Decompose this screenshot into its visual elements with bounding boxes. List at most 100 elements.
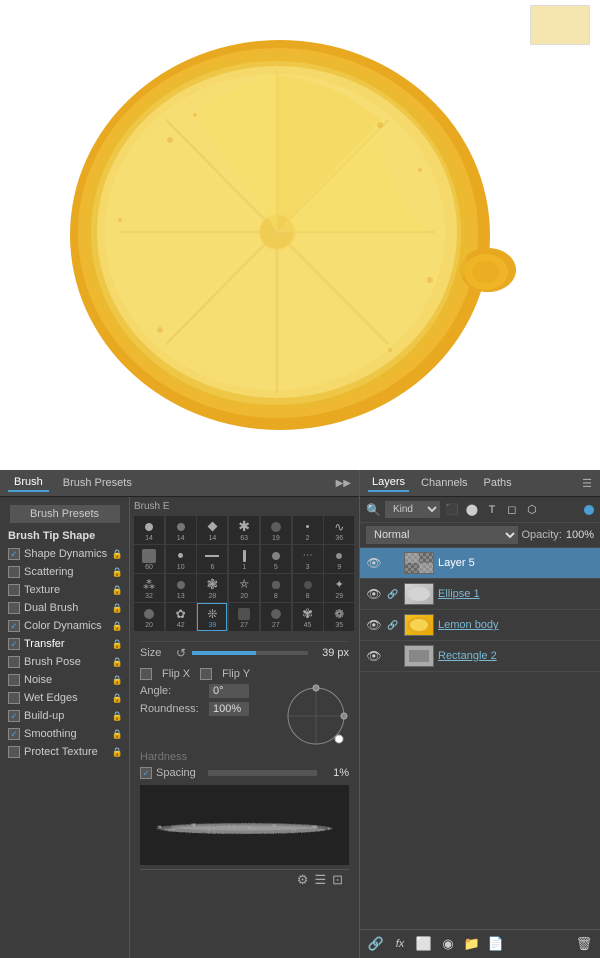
brush-cell-14b[interactable]: 14 xyxy=(166,516,196,544)
sidebar-item-scattering[interactable]: Scattering 🔒 xyxy=(0,563,129,581)
lemon-name[interactable]: Lemon body xyxy=(438,619,499,631)
transfer-checkbox[interactable] xyxy=(8,638,20,650)
brush-icon-1[interactable]: ⚙ xyxy=(297,872,309,888)
ellipse1-visibility[interactable]: 👁 xyxy=(366,586,382,602)
wet-edges-checkbox[interactable] xyxy=(8,692,20,704)
buildup-checkbox[interactable] xyxy=(8,710,20,722)
brush-cell-8b[interactable]: 8 xyxy=(293,574,323,602)
kind-shape-icon[interactable]: ◻ xyxy=(504,502,520,518)
layers-panel-menu-icon[interactable]: ☰ xyxy=(582,477,592,490)
blend-mode-select[interactable]: Normal xyxy=(366,526,518,544)
layer-row-lemon-body[interactable]: 👁 🔗 Lemon body xyxy=(360,610,600,641)
sidebar-item-shape-dynamics[interactable]: Shape Dynamics 🔒 xyxy=(0,545,129,563)
sidebar-item-dual-brush[interactable]: Dual Brush 🔒 xyxy=(0,599,129,617)
brush-cell-6[interactable]: 6 xyxy=(197,545,227,573)
noise-checkbox[interactable] xyxy=(8,674,20,686)
tab-paths[interactable]: Paths xyxy=(480,475,516,491)
layer-row-layer5[interactable]: 👁 Layer 5 xyxy=(360,548,600,579)
size-slider[interactable] xyxy=(192,651,308,655)
tab-brush[interactable]: Brush xyxy=(8,474,49,492)
delete-layer-icon[interactable]: 🗑 xyxy=(574,934,594,954)
tab-channels[interactable]: Channels xyxy=(417,475,471,491)
ellipse1-name[interactable]: Ellipse 1 xyxy=(438,588,480,600)
spacing-checkbox[interactable] xyxy=(140,767,152,779)
brush-cell-8a[interactable]: 8 xyxy=(261,574,291,602)
brush-cell-32[interactable]: ⁂ 32 xyxy=(134,574,164,602)
brush-cell-39[interactable]: ❊ 39 xyxy=(197,603,227,631)
tab-brush-presets[interactable]: Brush Presets xyxy=(57,475,138,491)
protect-texture-checkbox[interactable] xyxy=(8,746,20,758)
kind-type-icon[interactable]: T xyxy=(484,502,500,518)
brush-cell-3[interactable]: ⋯ 3 xyxy=(293,545,323,573)
brush-cell-27a[interactable]: 27 xyxy=(229,603,259,631)
brush-cell-63[interactable]: ✱ 63 xyxy=(229,516,259,544)
brush-icon-2[interactable]: ☰ xyxy=(314,872,326,888)
brush-cell-20[interactable]: ⛤ 20 xyxy=(229,574,259,602)
flip-x-checkbox[interactable] xyxy=(140,668,152,680)
dual-brush-checkbox[interactable] xyxy=(8,602,20,614)
brush-cell-42[interactable]: ✿ 42 xyxy=(166,603,196,631)
brush-cell-1[interactable]: 1 xyxy=(229,545,259,573)
flip-y-checkbox[interactable] xyxy=(200,668,212,680)
brush-cell-20b[interactable]: 20 xyxy=(134,603,164,631)
brush-cell-14a[interactable]: 14 xyxy=(134,516,164,544)
shape-dynamics-checkbox[interactable] xyxy=(8,548,20,560)
kind-adjust-icon[interactable]: ⬤ xyxy=(464,502,480,518)
brush-cell-45[interactable]: ✾ 45 xyxy=(293,603,323,631)
rect2-visibility[interactable]: 👁 xyxy=(366,648,382,664)
brush-cell-14c[interactable]: 14 xyxy=(197,516,227,544)
sidebar-item-texture[interactable]: Texture 🔒 xyxy=(0,581,129,599)
layer5-visibility[interactable]: 👁 xyxy=(366,555,382,571)
sidebar-item-noise[interactable]: Noise 🔒 xyxy=(0,671,129,689)
brush-cell-2[interactable]: 2 xyxy=(293,516,323,544)
sidebar-item-transfer[interactable]: Transfer 🔒 xyxy=(0,635,129,653)
color-swatch[interactable] xyxy=(530,5,590,45)
brush-cell-9[interactable]: 9 xyxy=(324,545,354,573)
brush-cell-36[interactable]: ∿ 36 xyxy=(324,516,354,544)
kind-pixel-icon[interactable]: ⬛ xyxy=(444,502,460,518)
brush-cell-27b[interactable]: 27 xyxy=(261,603,291,631)
angle-input[interactable] xyxy=(209,684,249,698)
brush-cell-28[interactable]: ❃ 28 xyxy=(197,574,227,602)
sidebar-item-brush-pose[interactable]: Brush Pose 🔒 xyxy=(0,653,129,671)
brush-pose-checkbox[interactable] xyxy=(8,656,20,668)
spacing-slider[interactable] xyxy=(208,770,317,776)
layer-row-rectangle2[interactable]: 👁 Rectangle 2 xyxy=(360,641,600,672)
sidebar-item-protect-texture[interactable]: Protect Texture 🔒 xyxy=(0,743,129,761)
brush-cell-19[interactable]: 19 xyxy=(261,516,291,544)
brush-cell-10[interactable]: 10 xyxy=(166,545,196,573)
size-reset-icon[interactable]: ↺ xyxy=(176,646,186,660)
sidebar-item-tip-shape[interactable]: Brush Tip Shape xyxy=(0,527,129,545)
fx-icon[interactable]: fx xyxy=(390,934,410,954)
sidebar-item-wet-edges[interactable]: Wet Edges 🔒 xyxy=(0,689,129,707)
sidebar-item-buildup[interactable]: Build-up 🔒 xyxy=(0,707,129,725)
sidebar-item-color-dynamics[interactable]: Color Dynamics 🔒 xyxy=(0,617,129,635)
brush-cell-60[interactable]: 60 xyxy=(134,545,164,573)
scattering-checkbox[interactable] xyxy=(8,566,20,578)
kind-select[interactable]: Kind xyxy=(385,501,440,518)
new-group-icon[interactable]: 📁 xyxy=(462,934,482,954)
tab-layers[interactable]: Layers xyxy=(368,474,409,492)
brush-cell-35[interactable]: ❁ 35 xyxy=(324,603,354,631)
layer-row-ellipse1[interactable]: 👁 🔗 Ellipse 1 xyxy=(360,579,600,610)
sidebar-item-smoothing[interactable]: Smoothing 🔒 xyxy=(0,725,129,743)
rect2-name[interactable]: Rectangle 2 xyxy=(438,650,497,662)
brush-cell-5[interactable]: 5 xyxy=(261,545,291,573)
adjustment-icon[interactable]: ◉ xyxy=(438,934,458,954)
search-icon[interactable]: 🔍 xyxy=(366,503,381,517)
brush-panel-menu-icon[interactable]: ▶▶ xyxy=(336,478,351,489)
brush-presets-button[interactable]: Brush Presets xyxy=(10,505,120,523)
texture-checkbox[interactable] xyxy=(8,584,20,596)
kind-smart-icon[interactable]: ⬡ xyxy=(524,502,540,518)
roundness-input[interactable] xyxy=(209,702,249,716)
brush-icon-3[interactable]: ⊡ xyxy=(332,872,343,888)
link-layers-icon[interactable]: 🔗 xyxy=(366,934,386,954)
smoothing-checkbox[interactable] xyxy=(8,728,20,740)
add-mask-icon[interactable]: ⬜ xyxy=(414,934,434,954)
color-dynamics-checkbox[interactable] xyxy=(8,620,20,632)
shape-dynamics-lock: 🔒 xyxy=(112,549,123,560)
new-layer-icon[interactable]: 📄 xyxy=(486,934,506,954)
lemon-visibility[interactable]: 👁 xyxy=(366,617,382,633)
brush-cell-13[interactable]: 13 xyxy=(166,574,196,602)
brush-cell-29[interactable]: ✦ 29 xyxy=(324,574,354,602)
